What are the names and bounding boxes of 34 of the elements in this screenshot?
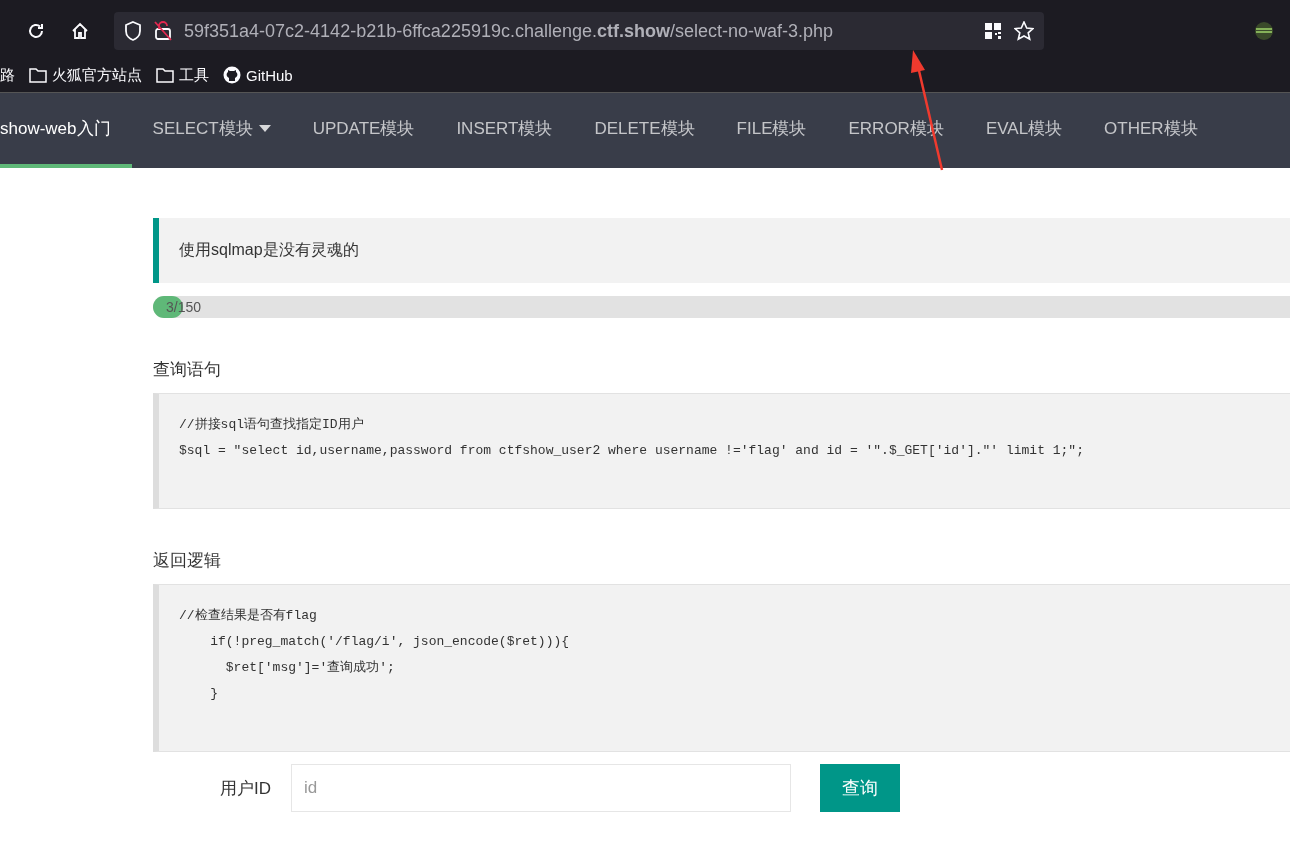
shield-icon	[124, 21, 142, 41]
field-label: 用户ID	[219, 777, 272, 800]
code-line: //拼接sql语句查找指定ID用户	[179, 416, 365, 434]
code-line: $ret['msg']='查询成功';	[224, 659, 396, 677]
folder-icon	[29, 67, 47, 83]
nav-tab[interactable]: INSERT模块	[435, 93, 574, 168]
nav-tab[interactable]: SELECT模块	[131, 93, 292, 168]
qr-code-icon[interactable]	[984, 22, 1002, 40]
nav-tab[interactable]: FILE模块	[715, 93, 828, 168]
code-line: $sql = "select id,username,password from ctfshow_user2 where username !='flag' and id = '".$_GET['id']."' limit 1;";	[179, 442, 1085, 460]
address-bar[interactable]: 59f351a4-07c2-4142-b21b-6ffca225919c.challenge.ctf.show/select-no-waf-3.php	[114, 12, 1044, 50]
code-line: }	[209, 685, 219, 703]
github-icon	[223, 66, 241, 84]
section-title: 返回逻辑	[153, 550, 222, 572]
code-line: //检查结果是否有flag	[179, 607, 318, 625]
code-line: if(!preg_match('/flag/i', json_encode($ret))){	[209, 633, 571, 651]
bookmark[interactable]: GitHub	[223, 66, 293, 84]
section-title: 查询语句	[153, 359, 222, 381]
star-icon[interactable]	[1014, 21, 1034, 41]
nav-tab[interactable]: DELETE模块	[573, 93, 716, 168]
id-input[interactable]: id	[291, 764, 791, 812]
insecure-lock-icon	[154, 21, 172, 41]
nav-tab[interactable]: EVAL模块	[964, 93, 1084, 168]
notice-quote: 使用sqlmap是没有灵魂的	[153, 218, 1290, 283]
query-button[interactable]: 查询	[820, 764, 900, 812]
nav-tab[interactable]: show-web入门	[0, 93, 132, 168]
nav-tab[interactable]: OTHER模块	[1083, 93, 1219, 168]
url-text: 59f351a4-07c2-4142-b21b-6ffca225919c.challenge.ctf.show/select-no-waf-3.php	[184, 20, 835, 42]
folder-icon	[156, 67, 174, 83]
bookmark[interactable]: 路	[0, 65, 15, 85]
bookmark[interactable]: 火狐官方站点	[29, 65, 142, 85]
bookmark[interactable]: 工具	[156, 65, 209, 85]
extension-icon[interactable]	[1254, 21, 1274, 41]
nav-tab[interactable]: UPDATE模块	[291, 93, 436, 168]
